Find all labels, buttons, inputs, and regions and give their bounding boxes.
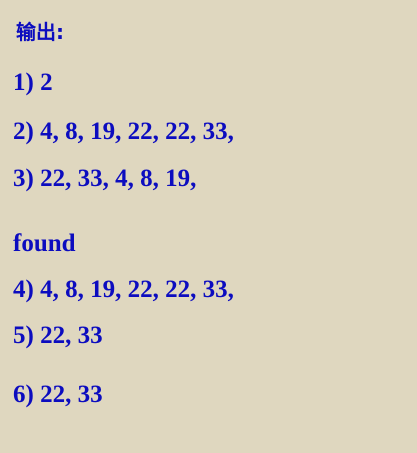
output-line-5: 5) 22, 33 (13, 322, 103, 349)
output-line-2: 2) 4, 8, 19, 22, 22, 33, (13, 118, 234, 145)
output-line-6: 6) 22, 33 (13, 381, 103, 408)
output-line-3: 3) 22, 33, 4, 8, 19, (13, 165, 197, 192)
output-found: found (13, 230, 76, 257)
output-heading: 输出: (16, 20, 64, 44)
output-line-1: 1) 2 (13, 69, 53, 96)
output-line-4: 4) 4, 8, 19, 22, 22, 33, (13, 276, 234, 303)
